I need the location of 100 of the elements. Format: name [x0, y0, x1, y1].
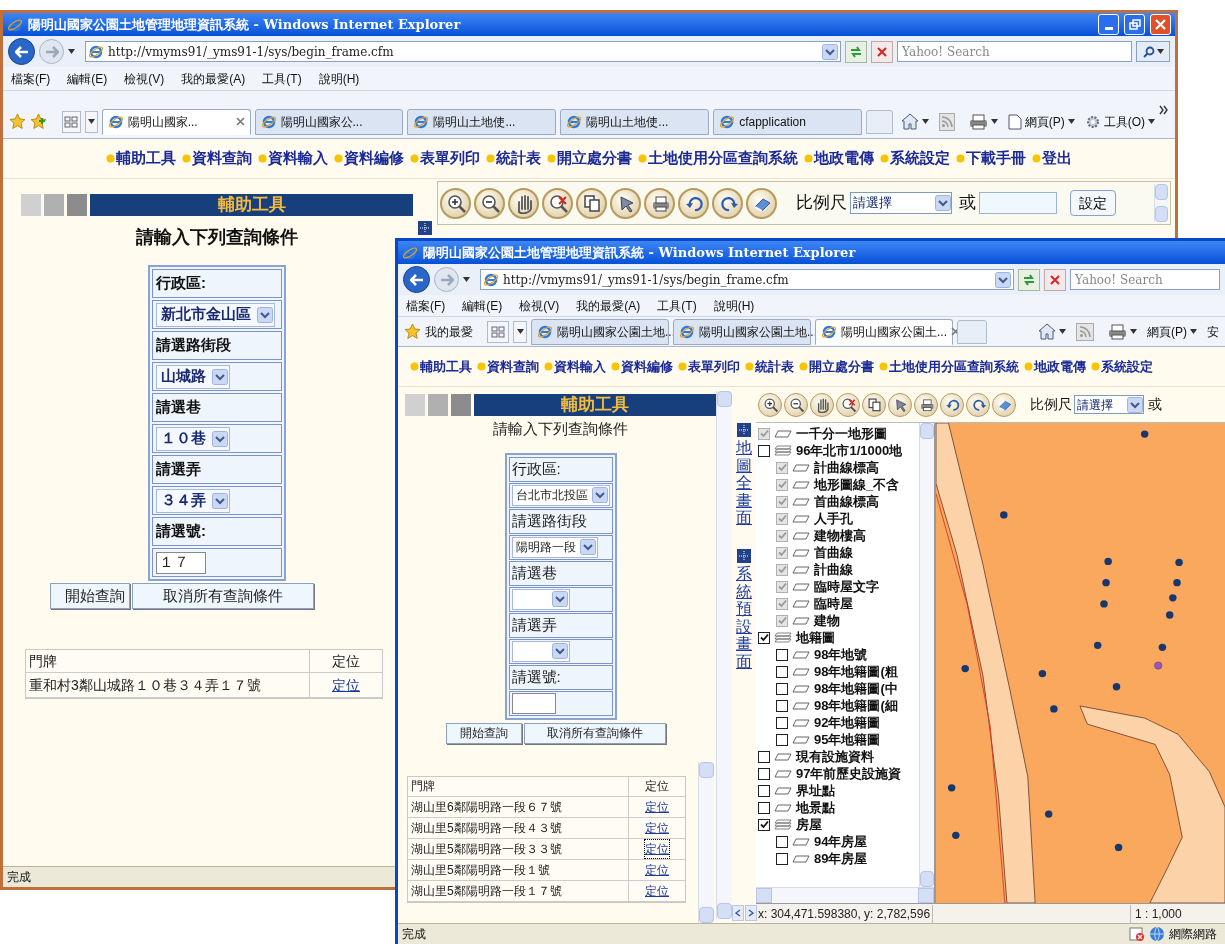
- pointer-button[interactable]: [610, 187, 641, 219]
- layer-checkbox[interactable]: [776, 716, 788, 729]
- number-input[interactable]: [511, 692, 556, 714]
- hand-button[interactable]: [508, 187, 539, 219]
- number-input[interactable]: １７: [156, 551, 206, 574]
- menu-item[interactable]: 說明(H): [318, 69, 360, 88]
- vertical-scrollbar[interactable]: [919, 423, 934, 887]
- redo-button[interactable]: [712, 187, 743, 219]
- search-field[interactable]: Yahoo! Search: [1070, 269, 1220, 290]
- menu-item[interactable]: 檢視(V): [519, 296, 560, 315]
- nav-link[interactable]: 資料查詢: [477, 356, 539, 377]
- stop-button[interactable]: [871, 40, 893, 63]
- layer-checkbox[interactable]: [758, 818, 770, 831]
- scale-dropdown[interactable]: 請選擇: [1074, 395, 1144, 414]
- feed-button[interactable]: [938, 112, 955, 131]
- print-button[interactable]: [968, 113, 998, 130]
- locate-link[interactable]: 定位: [645, 881, 669, 900]
- nav-link[interactable]: 系統設定: [1091, 356, 1153, 377]
- copy-button[interactable]: [862, 392, 886, 417]
- layer-checkbox[interactable]: [776, 648, 788, 661]
- layer-checkbox[interactable]: [758, 801, 770, 814]
- refresh-button[interactable]: [1018, 268, 1040, 291]
- dropdown[interactable]: 山城路: [156, 364, 230, 389]
- dropdown[interactable]: 台北市北投區: [511, 484, 610, 506]
- layer-checkbox[interactable]: [776, 835, 788, 848]
- vertical-scrollbar[interactable]: [716, 391, 732, 919]
- add-favorite-button[interactable]: [30, 111, 48, 132]
- search-field[interactable]: Yahoo! Search: [897, 41, 1132, 62]
- zoom-clear-button[interactable]: [542, 187, 573, 219]
- command-menu[interactable]: 網頁(P): [1147, 322, 1197, 341]
- refresh-button[interactable]: [845, 40, 867, 63]
- nav-link[interactable]: 土地使用分區查詢系統: [638, 147, 798, 170]
- minimize-button[interactable]: [1098, 14, 1119, 35]
- scroll-right-button[interactable]: [745, 905, 757, 921]
- nav-link[interactable]: 表單列印: [678, 356, 740, 377]
- nav-link[interactable]: 資料輸入: [258, 147, 328, 170]
- set-button[interactable]: 設定: [1070, 190, 1116, 216]
- menu-item[interactable]: 我的最愛(A): [576, 296, 641, 315]
- undo-button[interactable]: [678, 187, 709, 219]
- horizontal-scrollbar[interactable]: [756, 887, 934, 903]
- hand-button[interactable]: [810, 392, 834, 417]
- copy-button[interactable]: [576, 187, 607, 219]
- nav-link[interactable]: 系統設定: [880, 147, 950, 170]
- browser-tab[interactable]: 陽明山國家公...: [254, 108, 404, 135]
- eraser-button[interactable]: [746, 187, 777, 219]
- nav-link[interactable]: 統計表: [745, 356, 794, 377]
- command-menu[interactable]: 安: [1207, 322, 1219, 341]
- tab-list-button[interactable]: [513, 320, 527, 343]
- scale-input[interactable]: [979, 192, 1057, 214]
- menu-item[interactable]: 工具(T): [262, 69, 302, 88]
- nav-link[interactable]: 輔助工具: [106, 147, 176, 170]
- vertical-scrollbar[interactable]: [1154, 184, 1168, 222]
- zoom-in-button[interactable]: [440, 187, 471, 219]
- nav-link[interactable]: 開立處分書: [547, 147, 632, 170]
- scroll-left-button[interactable]: [732, 905, 744, 921]
- layer-checkbox[interactable]: [758, 784, 770, 797]
- layer-checkbox[interactable]: [776, 665, 788, 678]
- dropdown[interactable]: 陽明路一段: [511, 536, 598, 558]
- layer-checkbox[interactable]: [758, 631, 770, 644]
- layer-checkbox[interactable]: [758, 750, 770, 763]
- vertical-scrollbar[interactable]: [698, 761, 714, 923]
- menu-item[interactable]: 檢視(V): [124, 69, 165, 88]
- layer-checkbox[interactable]: [776, 852, 788, 865]
- feed-button[interactable]: [1076, 322, 1094, 341]
- search-button[interactable]: [1136, 41, 1170, 62]
- pointer-button[interactable]: [888, 392, 912, 417]
- address-field[interactable]: http://vmyms91/_yms91-1/sys/begin_frame.cfm: [480, 269, 1014, 290]
- nav-link[interactable]: 輔助工具: [410, 356, 472, 377]
- search-button[interactable]: 開始查詢: [50, 583, 130, 609]
- dropdown[interactable]: １０巷: [156, 426, 230, 451]
- address-field[interactable]: http://vmyms91/_yms91-1/sys/begin_frame.cfm: [85, 41, 841, 62]
- stop-button[interactable]: [1044, 268, 1066, 291]
- close-button[interactable]: [1150, 14, 1171, 35]
- nav-link[interactable]: 資料輸入: [544, 356, 606, 377]
- menu-item[interactable]: 編輯(E): [462, 296, 503, 315]
- browser-tab[interactable]: 陽明山土地使...: [560, 108, 710, 135]
- nav-link[interactable]: 統計表: [486, 147, 541, 170]
- tab-list-button[interactable]: [85, 110, 98, 133]
- undo-button[interactable]: [940, 392, 964, 417]
- home-button[interactable]: [1038, 323, 1066, 340]
- browser-tab[interactable]: cfapplication: [713, 108, 863, 135]
- menu-item[interactable]: 我的最愛(A): [181, 69, 246, 88]
- nav-link[interactable]: 資料查詢: [182, 147, 252, 170]
- layer-checkbox[interactable]: [776, 682, 788, 695]
- nav-link[interactable]: 資料編修: [611, 356, 673, 377]
- browser-tab[interactable]: 陽明山國家...: [101, 108, 251, 135]
- clear-conditions-button[interactable]: 取消所有查詢條件: [132, 583, 314, 609]
- locate-link[interactable]: 定位: [645, 839, 669, 858]
- print-button[interactable]: [644, 187, 675, 219]
- dropdown[interactable]: 新北市金山區: [156, 302, 275, 327]
- nav-link[interactable]: 地政電傳: [804, 147, 874, 170]
- menu-item[interactable]: 說明(H): [713, 296, 755, 315]
- layer-checkbox[interactable]: [758, 444, 770, 457]
- favorites-button[interactable]: [9, 113, 26, 130]
- nav-link[interactable]: 表單列印: [410, 147, 480, 170]
- nav-link[interactable]: 開立處分書: [799, 356, 874, 377]
- eraser-button[interactable]: [992, 392, 1016, 417]
- dropdown[interactable]: ３４弄: [156, 488, 230, 513]
- command-menu[interactable]: 工具(O): [1084, 112, 1155, 131]
- zoom-out-button[interactable]: [784, 392, 808, 417]
